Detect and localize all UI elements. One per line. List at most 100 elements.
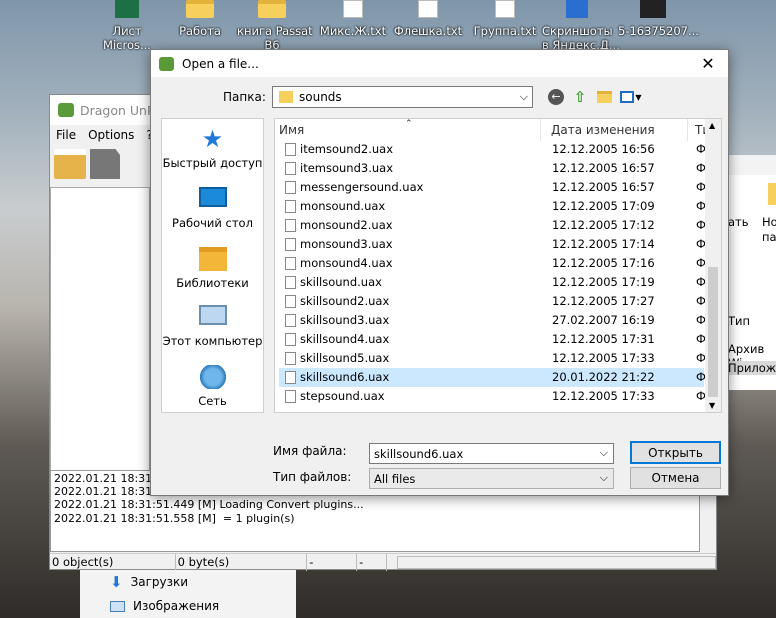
column-header-date[interactable]: Дата изменения [551, 123, 655, 137]
file-row[interactable]: skillsound5.uax12.12.2005 17:33Фа [279, 349, 713, 368]
look-in-dropdown[interactable]: sounds ⌵ [272, 86, 533, 108]
log-line: 2022.01.21 18:31:51.449 [M] Loading Conv… [54, 498, 364, 512]
nav-item-pictures[interactable]: Изображения [80, 594, 296, 618]
desktop-icon-item[interactable]: Микс.Ж.txt [318, 0, 388, 38]
menu-file[interactable]: File [56, 128, 76, 142]
desktop-icon-label: 5-16375207... [618, 24, 699, 38]
column-divider [687, 119, 688, 141]
text-file-icon [495, 0, 515, 18]
file-icon [285, 181, 296, 194]
file-row[interactable]: skillsound6.uax20.01.2022 21:22Фа [279, 368, 713, 387]
file-list: Имя ⌃ Дата изменения Ти itemsound2.uax 12… [274, 118, 722, 413]
file-name: stepsound.uax [300, 389, 385, 403]
back-button[interactable]: ← [545, 87, 567, 107]
desktop-icon-item[interactable]: 5-16375207... [618, 0, 699, 38]
file-list-header: Имя ⌃ Дата изменения Ти [275, 119, 721, 141]
file-row[interactable]: monsound4.uax12.12.2005 17:16Фа [279, 254, 713, 273]
scrollbar-thumb[interactable] [708, 267, 718, 397]
file-row[interactable]: monsound3.uax12.12.2005 17:14Фа [279, 235, 713, 254]
chevron-down-icon: ⌵ [599, 471, 608, 484]
file-row[interactable]: stepsound.uax12.12.2005 17:33Фа [279, 387, 713, 406]
filetype-dropdown[interactable]: All files ⌵ [369, 468, 614, 489]
up-folder-button[interactable]: ⇧ [569, 87, 591, 107]
menu-options[interactable]: Options [88, 128, 134, 142]
place-this-pc[interactable]: Этот компьютер [162, 305, 263, 348]
desktop-icon-item[interactable]: Работа [165, 0, 235, 38]
desktop-icon-item[interactable]: Флешка.txt [393, 0, 463, 38]
file-date: 12.12.2005 17:27 [552, 294, 655, 308]
folder-icon [258, 0, 286, 18]
file-name: monsound3.uax [300, 237, 393, 251]
file-name: messengersound.uax [300, 180, 424, 194]
bgapp-statusbar: 0 object(s) 0 byte(s) - - [50, 553, 716, 571]
ribbon-fragment: ать [728, 215, 749, 229]
file-row[interactable]: skillsound.uax12.12.2005 17:19Фа [279, 273, 713, 292]
file-row[interactable]: skillsound2.uax12.12.2005 17:27Фа [279, 292, 713, 311]
file-date: 12.12.2005 16:56 [552, 142, 655, 156]
open-button[interactable]: Открыть [630, 441, 721, 464]
file-date: 12.12.2005 16:57 [552, 180, 655, 194]
file-date: 12.12.2005 17:33 [552, 389, 655, 403]
file-row[interactable]: messengersound.uax12.12.2005 16:57Фа [279, 178, 713, 197]
open-archive-icon[interactable] [54, 149, 86, 179]
file-row[interactable]: itemsound3.uax12.12.2005 16:57Фа [279, 159, 713, 178]
place-desktop[interactable]: Рабочий стол [162, 187, 263, 230]
explorer-ribbon-strip [727, 155, 776, 175]
desktop-icon-item[interactable]: Скриншоты в Яндекс.Д... [542, 0, 620, 52]
chevron-down-icon[interactable]: ⌵ [600, 446, 608, 460]
chevron-down-icon: ▼ [635, 92, 642, 102]
bgapp-tree-pane [50, 187, 150, 471]
new-folder-icon [596, 91, 612, 103]
desktop-icon-label: Скриншоты в Яндекс.Д... [542, 24, 620, 52]
desktop-icon-item[interactable]: Лист Micros... [92, 0, 162, 52]
view-menu-button[interactable]: ▼ [617, 87, 645, 107]
file-icon [285, 238, 296, 251]
desktop-icon-label: Лист Micros... [103, 24, 151, 52]
folder-icon [768, 183, 776, 205]
new-folder-button[interactable] [593, 87, 615, 107]
cancel-button[interactable]: Отмена [630, 467, 721, 489]
file-name: skillsound6.uax [300, 370, 390, 384]
filename-input[interactable]: skillsound6.uax ⌵ [369, 443, 614, 464]
nav-item-downloads[interactable]: ⬇ Загрузки [80, 570, 296, 594]
file-row[interactable]: skillsound4.uax12.12.2005 17:31Фа [279, 330, 713, 349]
folder-icon [279, 91, 293, 103]
place-libraries[interactable]: Библиотеки [162, 247, 263, 290]
places-bar: ★ Быстрый доступ Рабочий стол Библиотеки… [161, 118, 264, 413]
downloads-icon: ⬇ [110, 573, 123, 591]
place-quick-access[interactable]: ★ Быстрый доступ [162, 127, 263, 170]
log-line: 2022.01.21 18:31:51.558 [M] = 1 plugin(s… [54, 511, 295, 525]
close-icon[interactable]: ✕ [688, 50, 728, 77]
file-date: 12.12.2005 16:57 [552, 161, 655, 175]
excel-file-icon [115, 0, 139, 18]
file-icon [285, 276, 296, 289]
filetype-value: All files [374, 471, 416, 486]
file-date: 12.12.2005 17:12 [552, 218, 655, 232]
extract-icon[interactable] [90, 149, 120, 179]
file-icon [285, 143, 296, 156]
file-row[interactable]: skillsound3.uax27.02.2007 16:19Фа [279, 311, 713, 330]
file-row[interactable]: monsound.uax12.12.2005 17:09Фа [279, 197, 713, 216]
desktop-icon-item[interactable]: Группа.txt [470, 0, 540, 38]
file-icon [285, 352, 296, 365]
ribbon-fragment: Но [762, 215, 776, 229]
scroll-up-icon[interactable]: ▲ [709, 121, 715, 130]
nav-label: Изображения [133, 599, 220, 613]
filename-label: Имя файла: [273, 444, 347, 458]
filename-value: skillsound6.uax [374, 446, 464, 461]
column-header-name[interactable]: Имя [279, 123, 304, 137]
place-network[interactable]: Сеть [162, 365, 263, 408]
desktop-icon-label: Группа.txt [473, 24, 537, 38]
star-icon: ★ [201, 125, 224, 153]
file-icon [285, 200, 296, 213]
desktop-icon-item[interactable]: книга Passat B6 [237, 0, 313, 52]
scroll-down-icon[interactable]: ▼ [709, 401, 715, 410]
place-label: Рабочий стол [172, 216, 253, 230]
file-row[interactable]: itemsound2.uax12.12.2005 16:56Фа [279, 140, 713, 159]
computer-icon [198, 305, 227, 325]
file-icon [285, 333, 296, 346]
file-row[interactable]: monsound2.uax12.12.2005 17:12Фа [279, 216, 713, 235]
place-label: Быстрый доступ [162, 156, 263, 170]
dialog-titlebar: Open a file... [151, 50, 728, 77]
folder-icon [186, 0, 214, 18]
